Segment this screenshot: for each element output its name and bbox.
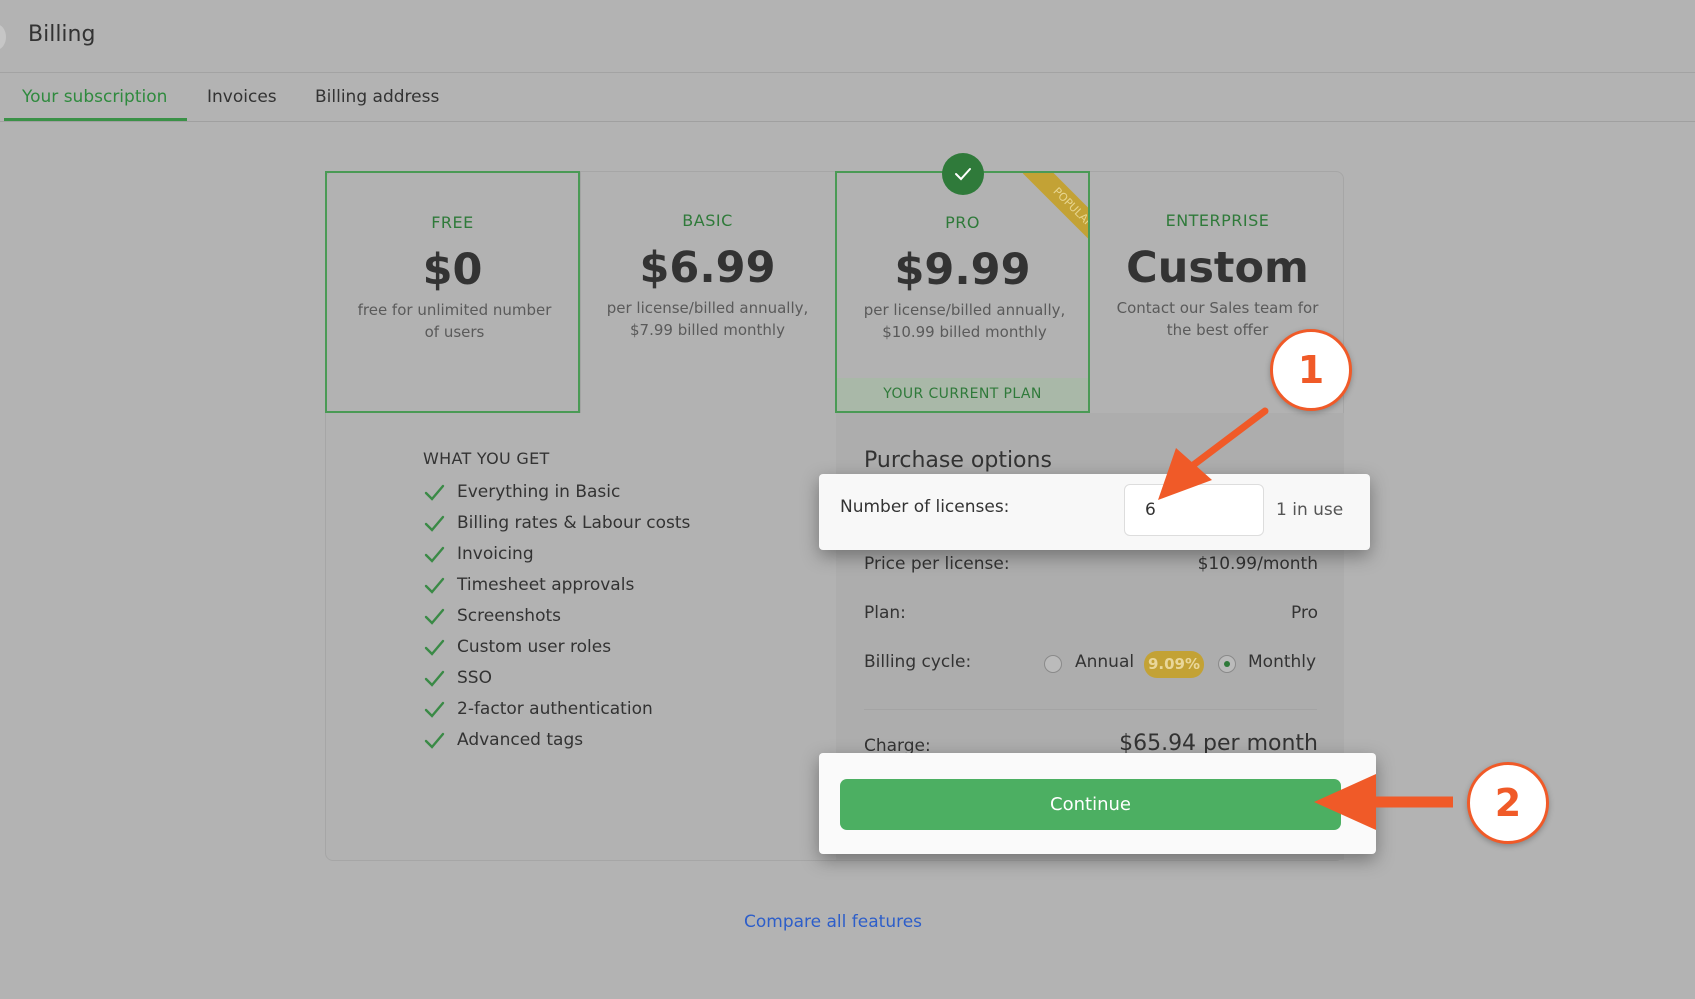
feature-item: 2-factor authentication (423, 695, 653, 723)
feature-label: SSO (457, 668, 492, 688)
monthly-label[interactable]: Monthly (1248, 652, 1316, 672)
feature-item: Invoicing (423, 540, 534, 568)
price-per-license-value: $10.99/month (1197, 554, 1318, 574)
tab-billing-address[interactable]: Billing address (315, 87, 439, 107)
checkmark-icon (424, 515, 445, 532)
feature-item: Custom user roles (423, 633, 611, 661)
feature-item: Advanced tags (423, 726, 583, 754)
checkmark-icon (424, 546, 445, 563)
monthly-radio[interactable] (1218, 655, 1236, 673)
purchase-options-title: Purchase options (864, 448, 1052, 473)
checkmark-icon (424, 670, 445, 687)
plan-value: Pro (1291, 603, 1318, 623)
plan-description: per license/billed annually, $7.99 bille… (606, 299, 809, 339)
page-header: Billing (0, 0, 1695, 73)
feature-label: Advanced tags (457, 730, 584, 750)
feature-label: 2-factor authentication (457, 699, 653, 719)
callout-2: 2 (1467, 762, 1549, 844)
plan-description: free for unlimited number of users (357, 301, 552, 341)
compare-features-link[interactable]: Compare all features (744, 912, 922, 932)
plan-name: ENTERPRISE (1165, 211, 1270, 230)
features-title: WHAT YOU GET (423, 449, 550, 468)
feature-item: SSO (423, 664, 492, 692)
licenses-label: Number of licenses: (840, 497, 1010, 517)
popular-ribbon: POPULAR (1003, 173, 1088, 258)
feature-label: Timesheet approvals (457, 575, 635, 595)
plan-card-basic[interactable]: BASIC $6.99 per license/billed annually,… (580, 171, 835, 413)
feature-label: Invoicing (457, 544, 534, 564)
billing-cycle-label: Billing cycle: (864, 652, 972, 672)
checkmark-icon (424, 732, 445, 749)
current-plan-label: YOUR CURRENT PLAN (837, 378, 1088, 411)
checkmark-icon (424, 639, 445, 656)
licenses-in-use: 1 in use (1276, 500, 1344, 520)
licenses-input[interactable] (1124, 484, 1264, 536)
annual-label[interactable]: Annual (1075, 652, 1134, 672)
feature-label: Billing rates & Labour costs (457, 513, 691, 533)
licenses-highlight-box: Number of licenses: 1 in use (819, 474, 1370, 550)
checkmark-icon (424, 608, 445, 625)
continue-button[interactable]: Continue (840, 779, 1341, 830)
plan-card-pro[interactable]: PRO $9.99 per license/billed annually, $… (835, 171, 1090, 413)
plan-card-free[interactable]: FREE $0 free for unlimited number of use… (325, 171, 580, 413)
callout-1: 1 (1270, 329, 1352, 411)
plan-label: Plan: (864, 603, 906, 623)
annual-radio[interactable] (1044, 655, 1062, 673)
feature-item: Everything in Basic (423, 478, 620, 506)
collapse-handle[interactable] (0, 24, 6, 50)
check-icon (942, 153, 984, 195)
feature-item: Screenshots (423, 602, 561, 630)
feature-item: Billing rates & Labour costs (423, 509, 690, 537)
charge-divider (864, 709, 1317, 710)
popular-ribbon-label: POPULAR (1022, 173, 1088, 258)
checkmark-icon (424, 701, 445, 718)
plan-name: BASIC (682, 211, 733, 230)
plan-price: Custom (1126, 243, 1309, 293)
tab-your-subscription[interactable]: Your subscription (22, 87, 167, 107)
feature-label: Screenshots (457, 606, 562, 626)
checkmark-icon (424, 577, 445, 594)
feature-item: Timesheet approvals (423, 571, 634, 599)
page-title: Billing (28, 22, 96, 47)
plan-price: $6.99 (639, 243, 776, 293)
price-per-license-label: Price per license: (864, 554, 1010, 574)
feature-label: Everything in Basic (457, 482, 621, 502)
annual-discount-badge: 9.09% (1144, 651, 1204, 678)
tab-invoices[interactable]: Invoices (207, 87, 277, 107)
continue-highlight-box: Continue (819, 753, 1376, 854)
plan-price: $0 (422, 245, 483, 295)
tab-bar: Your subscription Invoices Billing addre… (0, 73, 1695, 122)
active-tab-indicator (4, 118, 187, 121)
plan-name: FREE (431, 213, 474, 232)
checkmark-icon (424, 484, 445, 501)
plan-description: per license/billed annually, $10.99 bill… (863, 301, 1066, 341)
feature-label: Custom user roles (457, 637, 612, 657)
